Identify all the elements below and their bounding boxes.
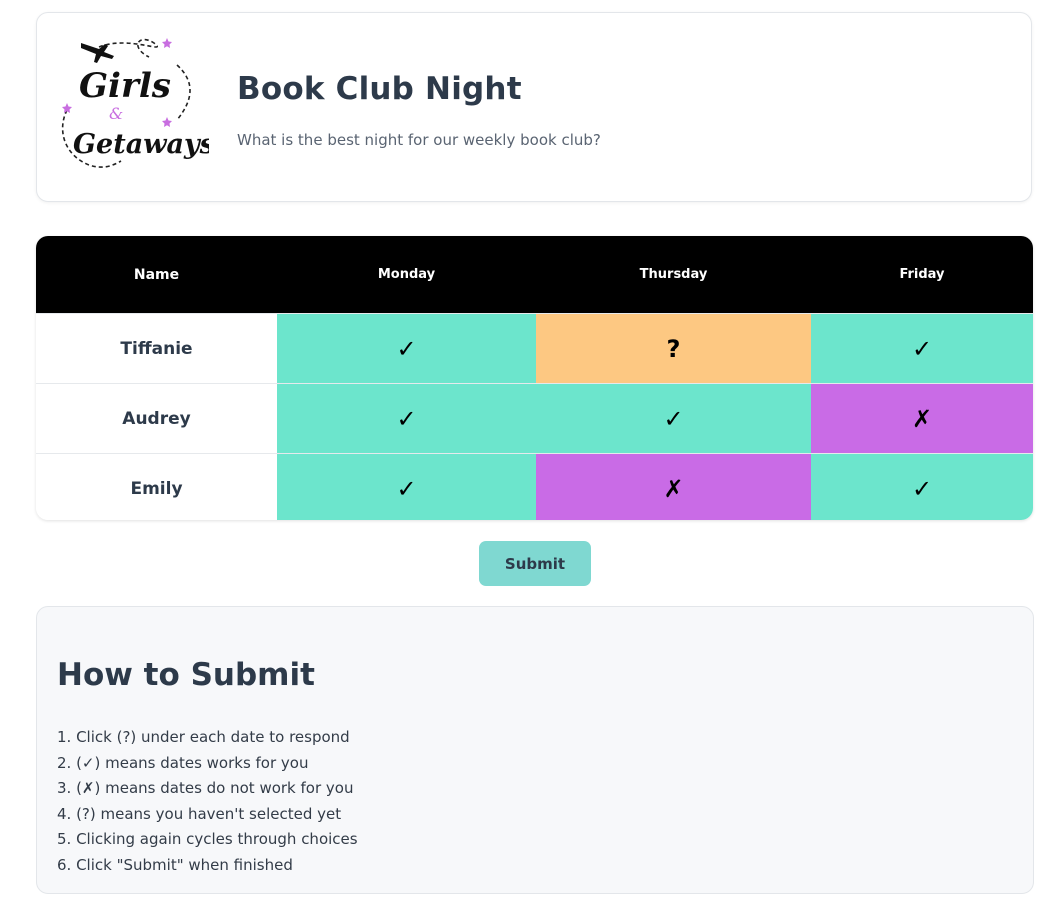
list-item: 1. Click (?) under each date to respond	[57, 728, 350, 746]
list-item: 3. (✗) means dates do not work for you	[57, 779, 354, 798]
participant-name: Tiffanie	[36, 313, 277, 384]
table-row: Tiffanie ✓ ? ✓	[36, 313, 1033, 384]
availability-cell[interactable]: ✓	[536, 383, 811, 454]
availability-table: Name Monday Thursday Friday Tiffanie ✓ ?…	[36, 236, 1033, 520]
participant-name: Audrey	[36, 383, 277, 454]
column-header-thursday: Thursday	[536, 236, 811, 314]
availability-cell[interactable]: ?	[536, 313, 811, 384]
availability-cell[interactable]: ✗	[536, 453, 811, 520]
column-header-monday: Monday	[277, 236, 536, 314]
list-item: 2. (✓) means dates works for you	[57, 753, 309, 772]
table-row: Emily ✓ ✗ ✓	[36, 453, 1033, 520]
svg-text:Getaways: Getaways	[73, 129, 209, 160]
list-item: 5. Clicking again cycles through choices	[57, 830, 358, 849]
page-title: Book Club Night	[237, 71, 522, 107]
participant-name: Emily	[36, 453, 277, 520]
availability-cell[interactable]: ✗	[811, 383, 1033, 454]
availability-cell[interactable]: ✓	[277, 383, 536, 454]
svg-text:Girls: Girls	[79, 66, 171, 106]
column-header-friday: Friday	[811, 236, 1033, 314]
list-item: 4. (?) means you haven't selected yet	[57, 804, 342, 823]
column-header-name: Name	[36, 236, 277, 314]
availability-cell[interactable]: ✓	[811, 453, 1033, 520]
table-header-row: Name Monday Thursday Friday	[36, 236, 1033, 314]
instructions-list: 1. Click (?) under each date to respond …	[57, 725, 358, 879]
availability-cell[interactable]: ✓	[277, 313, 536, 384]
header-card: Girls & Getaways Book Club Night What is…	[36, 12, 1032, 202]
table-row: Audrey ✓ ✓ ✗	[36, 383, 1033, 454]
list-item: 6. Click "Submit" when finished	[57, 855, 293, 874]
availability-cell[interactable]: ✓	[277, 453, 536, 520]
svg-text:&: &	[109, 104, 123, 123]
help-card: How to Submit 1. Click (?) under each da…	[36, 606, 1034, 894]
submit-button[interactable]: Submit	[479, 541, 591, 586]
help-title: How to Submit	[57, 657, 315, 693]
page-subtitle: What is the best night for our weekly bo…	[237, 131, 601, 149]
availability-cell[interactable]: ✓	[811, 313, 1033, 384]
girls-and-getaways-logo: Girls & Getaways	[59, 35, 215, 175]
